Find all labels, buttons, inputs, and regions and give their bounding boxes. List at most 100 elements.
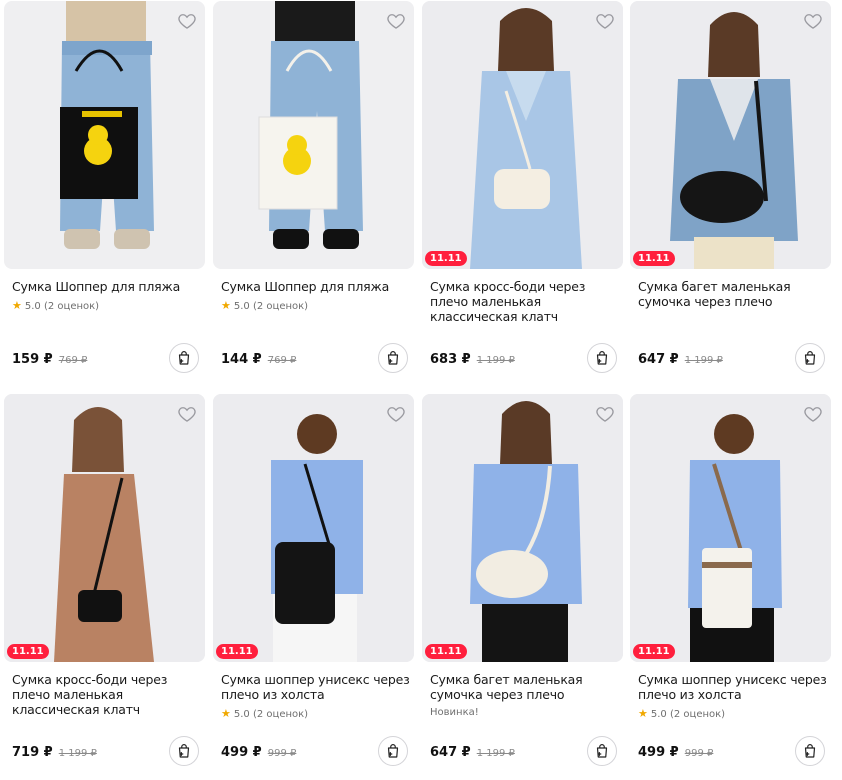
product-card[interactable]: 11.11 Сумка кросс-боди через плечо мален… — [4, 394, 205, 780]
product-card[interactable]: 11.11 Сумка кросс-боди через плечо мален… — [422, 1, 623, 389]
add-to-cart-button[interactable] — [169, 736, 199, 766]
current-price: 647 ₽ — [638, 352, 679, 367]
new-label: Новинка! — [430, 707, 479, 718]
price-row: 647 ₽ 1 199 ₽ — [638, 348, 723, 367]
product-image[interactable]: 11.11 — [630, 1, 831, 269]
old-price: 769 ₽ — [58, 355, 88, 366]
rating-count: (2 оценок) — [43, 301, 100, 312]
current-price: 499 ₽ — [221, 745, 262, 760]
product-image[interactable] — [4, 1, 205, 269]
rating-value: 5.0 — [24, 301, 41, 312]
favorite-heart-icon[interactable] — [386, 11, 406, 31]
product-grid: Сумка Шоппер для пляжа ★ 5.0 (2 оценок) 1… — [0, 0, 842, 780]
current-price: 719 ₽ — [12, 745, 53, 760]
product-title[interactable]: Сумка багет маленькая сумочка через плеч… — [638, 279, 828, 309]
product-card[interactable]: Сумка Шоппер для пляжа ★ 5.0 (2 оценок) 1… — [213, 1, 414, 389]
favorite-heart-icon[interactable] — [386, 404, 406, 424]
rating-value: 5.0 — [233, 301, 250, 312]
shopping-bag-plus-icon — [593, 742, 611, 760]
add-to-cart-button[interactable] — [795, 343, 825, 373]
shopping-bag-plus-icon — [801, 349, 819, 367]
favorite-heart-icon[interactable] — [595, 11, 615, 31]
promo-badge: 11.11 — [633, 644, 675, 659]
add-to-cart-button[interactable] — [169, 343, 199, 373]
current-price: 159 ₽ — [12, 352, 53, 367]
promo-badge: 11.11 — [425, 644, 467, 659]
star-icon: ★ — [221, 299, 231, 312]
product-rating: ★ 5.0 (2 оценок) — [221, 707, 308, 720]
product-rating: ★ 5.0 (2 оценок) — [638, 707, 725, 720]
rating-value: 5.0 — [233, 709, 250, 720]
rating-count: (2 оценок) — [252, 301, 309, 312]
promo-badge: 11.11 — [216, 644, 258, 659]
shopping-bag-plus-icon — [384, 349, 402, 367]
product-rating: ★ 5.0 (2 оценок) — [221, 299, 308, 312]
product-card[interactable]: 11.11 Сумка багет маленькая сумочка чере… — [422, 394, 623, 780]
product-title[interactable]: Сумка кросс-боди через плечо маленькая к… — [430, 279, 620, 324]
product-image[interactable]: 11.11 — [422, 1, 623, 269]
product-photo — [630, 1, 831, 269]
product-card[interactable]: Сумка Шоппер для пляжа ★ 5.0 (2 оценок) 1… — [4, 1, 205, 389]
shopping-bag-plus-icon — [175, 349, 193, 367]
product-title[interactable]: Сумка шоппер унисекс через плечо из холс… — [638, 672, 828, 702]
old-price: 769 ₽ — [267, 355, 297, 366]
shopping-bag-plus-icon — [593, 349, 611, 367]
product-image[interactable]: 11.11 — [4, 394, 205, 662]
favorite-heart-icon[interactable] — [177, 11, 197, 31]
favorite-heart-icon[interactable] — [595, 404, 615, 424]
old-price: 999 ₽ — [684, 748, 714, 759]
shopping-bag-plus-icon — [175, 742, 193, 760]
favorite-heart-icon[interactable] — [803, 11, 823, 31]
current-price: 144 ₽ — [221, 352, 262, 367]
old-price: 1 199 ₽ — [476, 748, 515, 759]
product-photo — [4, 394, 205, 662]
product-image[interactable]: 11.11 — [630, 394, 831, 662]
rating-value: 5.0 — [650, 709, 667, 720]
favorite-heart-icon[interactable] — [803, 404, 823, 424]
product-card[interactable]: 11.11 Сумка багет маленькая сумочка чере… — [630, 1, 831, 389]
product-title[interactable]: Сумка багет маленькая сумочка через плеч… — [430, 672, 620, 702]
promo-badge: 11.11 — [7, 644, 49, 659]
product-image[interactable]: 11.11 — [422, 394, 623, 662]
product-photo — [258, 1, 363, 249]
product-image[interactable] — [213, 1, 414, 269]
product-photo — [213, 394, 414, 662]
old-price: 1 199 ₽ — [684, 355, 723, 366]
rating-count: (2 оценок) — [252, 709, 309, 720]
current-price: 499 ₽ — [638, 745, 679, 760]
shopping-bag-plus-icon — [801, 742, 819, 760]
price-row: 159 ₽ 769 ₽ — [12, 348, 87, 367]
product-rating: ★ 5.0 (2 оценок) — [12, 299, 99, 312]
promo-badge: 11.11 — [633, 251, 675, 266]
product-title[interactable]: Сумка кросс-боди через плечо маленькая к… — [12, 672, 202, 717]
product-image[interactable]: 11.11 — [213, 394, 414, 662]
shopping-bag-plus-icon — [384, 742, 402, 760]
product-title[interactable]: Сумка Шоппер для пляжа — [221, 279, 411, 294]
product-title[interactable]: Сумка Шоппер для пляжа — [12, 279, 202, 294]
favorite-heart-icon[interactable] — [177, 404, 197, 424]
product-card[interactable]: 11.11 Сумка шоппер унисекс через плечо и… — [213, 394, 414, 780]
price-row: 647 ₽ 1 199 ₽ — [430, 741, 515, 760]
add-to-cart-button[interactable] — [587, 736, 617, 766]
add-to-cart-button[interactable] — [378, 736, 408, 766]
price-row: 499 ₽ 999 ₽ — [638, 741, 713, 760]
product-title[interactable]: Сумка шоппер унисекс через плечо из холс… — [221, 672, 411, 702]
add-to-cart-button[interactable] — [378, 343, 408, 373]
current-price: 683 ₽ — [430, 352, 471, 367]
old-price: 1 199 ₽ — [476, 355, 515, 366]
current-price: 647 ₽ — [430, 745, 471, 760]
add-to-cart-button[interactable] — [795, 736, 825, 766]
price-row: 719 ₽ 1 199 ₽ — [12, 741, 97, 760]
old-price: 999 ₽ — [267, 748, 297, 759]
old-price: 1 199 ₽ — [58, 748, 97, 759]
rating-count: (2 оценок) — [669, 709, 726, 720]
product-photo — [630, 394, 831, 662]
promo-badge: 11.11 — [425, 251, 467, 266]
price-row: 144 ₽ 769 ₽ — [221, 348, 296, 367]
product-card[interactable]: 11.11 Сумка шоппер унисекс через плечо и… — [630, 394, 831, 780]
product-photo — [422, 1, 623, 269]
add-to-cart-button[interactable] — [587, 343, 617, 373]
star-icon: ★ — [638, 707, 648, 720]
star-icon: ★ — [12, 299, 22, 312]
product-photo — [422, 394, 623, 662]
